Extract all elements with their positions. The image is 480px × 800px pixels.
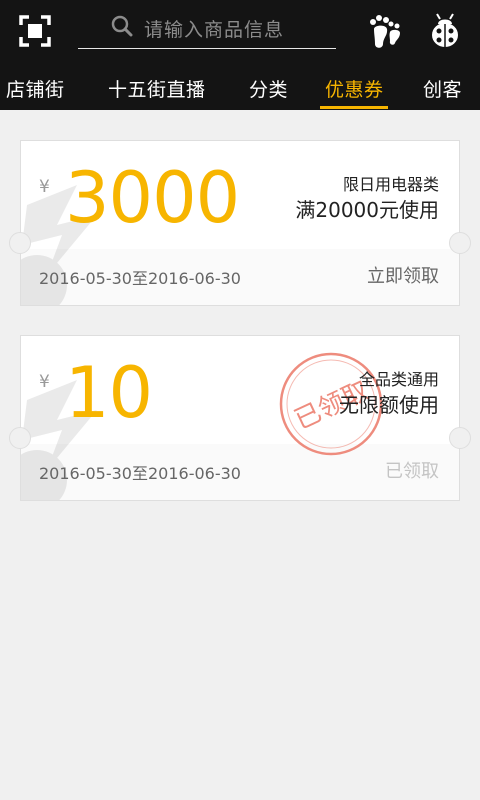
tab-live[interactable]: 十五街直播: [108, 75, 206, 102]
coupon-category: 限日用电器类: [342, 175, 439, 194]
currency-symbol: ¥: [39, 372, 50, 392]
coupon-condition: 无限额使用: [339, 393, 439, 417]
coupon-amount: 10: [65, 352, 153, 434]
scan-icon[interactable]: [18, 14, 52, 48]
coupon-validity: 2016-05-30至2016-06-30: [39, 269, 241, 288]
search-icon: [111, 15, 133, 37]
active-tab-indicator: [320, 106, 388, 109]
tab-category[interactable]: 分类: [249, 75, 288, 102]
coupon-notch-left: [9, 427, 31, 449]
claimed-label: 已领取: [385, 461, 439, 482]
coupon-notch-right: [449, 232, 471, 254]
coupon-category: 全品类通用: [358, 370, 439, 389]
tab-shop-street[interactable]: 店铺街: [6, 75, 65, 102]
footprint-icon[interactable]: [369, 14, 403, 50]
coupon-card: ¥ 3000 限日用电器类 满20000元使用 2016-05-30至2016-…: [20, 140, 460, 306]
coupon-notch-left: [9, 232, 31, 254]
tab-bar: 店铺街 十五街直播 分类 优惠券 创客: [0, 62, 480, 110]
claim-button[interactable]: 立即领取: [367, 262, 439, 288]
search-input[interactable]: 请输入商品信息: [78, 8, 336, 49]
tab-coupons[interactable]: 优惠券: [325, 75, 384, 102]
coupon-amount: 3000: [65, 157, 240, 239]
coupon-card: ¥ 10 已领取 全品类通用 无限额使用 2016-05-30至2016-06-…: [20, 335, 460, 501]
search-placeholder: 请输入商品信息: [144, 19, 285, 41]
top-bar: 请输入商品信息: [0, 0, 480, 62]
currency-symbol: ¥: [39, 177, 50, 197]
coupon-condition: 满20000元使用: [295, 198, 439, 222]
coupon-notch-right: [449, 427, 471, 449]
tab-maker[interactable]: 创客: [423, 75, 462, 102]
ladybug-icon[interactable]: [428, 13, 462, 49]
coupon-validity: 2016-05-30至2016-06-30: [39, 464, 241, 483]
